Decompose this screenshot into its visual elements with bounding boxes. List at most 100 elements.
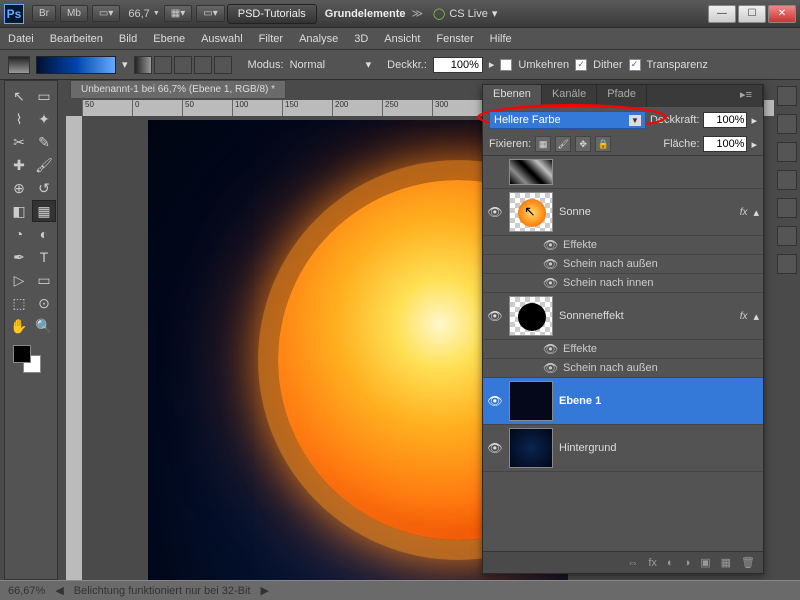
layer-name[interactable]: Ebene 1: [559, 395, 759, 407]
layer-name[interactable]: Hintergrund: [559, 442, 759, 454]
dock-color-icon[interactable]: [777, 86, 797, 106]
tutorials-button[interactable]: PSD-Tutorials: [227, 4, 317, 24]
workspace-name[interactable]: Grundelemente: [325, 8, 406, 20]
visibility-toggle[interactable]: 👁: [487, 205, 503, 219]
effect-item[interactable]: Schein nach innen: [563, 277, 654, 289]
layer-thumbnail[interactable]: [509, 159, 553, 185]
lock-transparency[interactable]: ▦: [535, 136, 551, 152]
blend-mode-dropdown[interactable]: Hellere Farbe: [489, 111, 646, 129]
dropdown-icon[interactable]: ▸: [489, 58, 495, 71]
lock-all[interactable]: 🔒: [595, 136, 611, 152]
cslive-button[interactable]: CS Live ▾: [433, 7, 497, 20]
dither-checkbox[interactable]: ✓: [575, 59, 587, 71]
linear-gradient[interactable]: [134, 56, 152, 74]
chevron-right-icon[interactable]: ≫: [411, 7, 423, 20]
menu-datei[interactable]: Datei: [8, 33, 34, 45]
visibility-toggle[interactable]: 👁: [543, 238, 557, 252]
dropdown-icon[interactable]: ▾: [122, 58, 128, 71]
menu-analyse[interactable]: Analyse: [299, 33, 338, 45]
effect-item[interactable]: Schein nach außen: [563, 362, 658, 374]
eraser-tool[interactable]: ◧: [7, 200, 31, 222]
reverse-checkbox[interactable]: [500, 59, 512, 71]
menu-hilfe[interactable]: Hilfe: [490, 33, 512, 45]
gradient-preview[interactable]: [36, 56, 116, 74]
layer-opacity-input[interactable]: 100%: [703, 112, 747, 128]
visibility-toggle[interactable]: 👁: [543, 257, 557, 271]
menu-fenster[interactable]: Fenster: [436, 33, 473, 45]
menu-bild[interactable]: Bild: [119, 33, 137, 45]
wand-tool[interactable]: ✦: [32, 108, 56, 130]
path-tool[interactable]: ▷: [7, 269, 31, 291]
panel-menu-icon[interactable]: ▸≡: [730, 85, 763, 107]
arrow-icon[interactable]: ▸: [751, 138, 757, 151]
visibility-toggle[interactable]: 👁: [487, 441, 503, 455]
link-layers-icon[interactable]: ⇔: [627, 557, 638, 569]
visibility-toggle[interactable]: 👁: [487, 394, 503, 408]
menu-3d[interactable]: 3D: [354, 33, 368, 45]
menu-filter[interactable]: Filter: [259, 33, 283, 45]
type-tool[interactable]: T: [32, 246, 56, 268]
layer-mask-icon[interactable]: ◐: [667, 557, 674, 569]
tab-channels[interactable]: Kanäle: [542, 85, 597, 107]
mode-value[interactable]: Normal: [290, 59, 360, 71]
layer-name[interactable]: Sonne: [559, 206, 740, 218]
extras-button[interactable]: ▭▾: [196, 5, 224, 22]
heal-tool[interactable]: ✚: [7, 154, 31, 176]
arrow-icon[interactable]: ▸: [751, 114, 757, 127]
layer-style-icon[interactable]: fx: [648, 557, 657, 569]
close-button[interactable]: ✕: [768, 5, 796, 23]
marquee-tool[interactable]: ▭: [32, 85, 56, 107]
dock-swatches-icon[interactable]: [777, 114, 797, 134]
transparency-checkbox[interactable]: ✓: [629, 59, 641, 71]
effect-item[interactable]: Schein nach außen: [563, 258, 658, 270]
dock-adjustments-icon[interactable]: [777, 142, 797, 162]
status-zoom[interactable]: 66,67%: [8, 585, 45, 597]
tab-layers[interactable]: Ebenen: [483, 85, 542, 107]
opacity-input[interactable]: 100%: [433, 57, 483, 73]
new-layer-icon[interactable]: ▦: [721, 556, 731, 569]
radial-gradient[interactable]: [154, 56, 172, 74]
lock-pixels[interactable]: 🖌: [555, 136, 571, 152]
collapse-icon[interactable]: ▴: [753, 206, 759, 219]
pen-tool[interactable]: ✒: [7, 246, 31, 268]
fx-badge[interactable]: fx: [740, 207, 754, 218]
collapse-icon[interactable]: ▴: [753, 310, 759, 323]
minibridge-button[interactable]: Mb: [60, 5, 88, 22]
eyedropper-tool[interactable]: ✎: [32, 131, 56, 153]
menu-auswahl[interactable]: Auswahl: [201, 33, 243, 45]
foreground-color[interactable]: [13, 345, 31, 363]
tool-preset[interactable]: [8, 56, 30, 74]
gradient-tool[interactable]: ▦: [32, 200, 56, 222]
layer-thumbnail[interactable]: [509, 381, 553, 421]
delete-layer-icon[interactable]: 🗑: [741, 556, 755, 569]
brush-tool[interactable]: 🖌: [32, 154, 56, 176]
layer-thumbnail[interactable]: [509, 296, 553, 336]
screen-mode-button[interactable]: ▭▾: [92, 5, 120, 22]
visibility-toggle[interactable]: 👁: [543, 342, 557, 356]
zoom-tool[interactable]: 🔍: [32, 315, 56, 337]
move-tool[interactable]: ↖: [7, 85, 31, 107]
stamp-tool[interactable]: ⊕: [7, 177, 31, 199]
dropdown-icon[interactable]: ▾: [366, 58, 372, 71]
fill-input[interactable]: 100%: [703, 136, 747, 152]
fx-badge[interactable]: fx: [740, 311, 754, 322]
history-brush-tool[interactable]: ↺: [32, 177, 56, 199]
menu-bearbeiten[interactable]: Bearbeiten: [50, 33, 103, 45]
maximize-button[interactable]: ☐: [738, 5, 766, 23]
zoom-select[interactable]: 66,7: [122, 6, 161, 22]
reflected-gradient[interactable]: [194, 56, 212, 74]
3d-camera-tool[interactable]: ⊙: [32, 292, 56, 314]
visibility-toggle[interactable]: 👁: [543, 361, 557, 375]
arrange-button[interactable]: ▦▾: [164, 5, 192, 22]
menu-ebene[interactable]: Ebene: [153, 33, 185, 45]
tab-paths[interactable]: Pfade: [597, 85, 647, 107]
dock-masks-icon[interactable]: [777, 170, 797, 190]
lock-position[interactable]: ✥: [575, 136, 591, 152]
document-tab[interactable]: Unbenannt-1 bei 66,7% (Ebene 1, RGB/8) *: [70, 80, 286, 98]
shape-tool[interactable]: ▭: [32, 269, 56, 291]
group-icon[interactable]: ▣: [700, 556, 710, 569]
menu-ansicht[interactable]: Ansicht: [384, 33, 420, 45]
dodge-tool[interactable]: ◐: [32, 223, 56, 245]
minimize-button[interactable]: —: [708, 5, 736, 23]
3d-tool[interactable]: ⬚: [7, 292, 31, 314]
